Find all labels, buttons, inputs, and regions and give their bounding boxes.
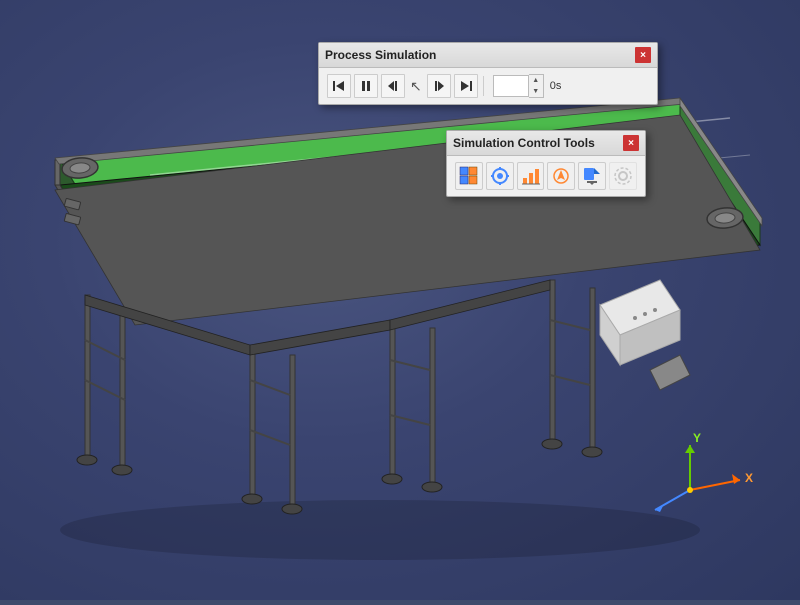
- time-spinner: ▲ ▼: [529, 74, 544, 98]
- motion-study-tool-button[interactable]: [486, 162, 514, 190]
- cursor-mode-button[interactable]: ↖: [408, 78, 424, 95]
- process-sim-title: Process Simulation: [325, 48, 436, 62]
- export-tool-button[interactable]: [578, 162, 606, 190]
- sim-tools-titlebar[interactable]: Simulation Control Tools ×: [447, 131, 645, 156]
- svg-text:X: X: [745, 471, 753, 485]
- separator: [483, 76, 484, 96]
- sim-tools-content: [447, 156, 645, 196]
- analysis-tool-button[interactable]: [547, 162, 575, 190]
- time-decrement-button[interactable]: ▼: [529, 86, 543, 97]
- settings-tool-button[interactable]: [609, 162, 637, 190]
- process-simulation-dialog: Process Simulation × ↖ 0.1 ▲: [318, 42, 658, 105]
- svg-text:Y: Y: [693, 431, 701, 445]
- results-tool-button[interactable]: [517, 162, 545, 190]
- simulation-setup-tool-button[interactable]: [455, 162, 483, 190]
- fast-forward-button[interactable]: [454, 74, 478, 98]
- process-sim-content: ↖ 0.1 ▲ ▼ 0s: [319, 68, 657, 104]
- time-input-group: 0.1 ▲ ▼: [493, 74, 544, 98]
- pause-button[interactable]: [354, 74, 378, 98]
- step-forward-button[interactable]: [427, 74, 451, 98]
- rewind-start-button[interactable]: [327, 74, 351, 98]
- simulation-control-tools-dialog: Simulation Control Tools ×: [446, 130, 646, 197]
- process-sim-titlebar[interactable]: Process Simulation ×: [319, 43, 657, 68]
- time-increment-button[interactable]: ▲: [529, 75, 543, 86]
- time-value-input[interactable]: 0.1: [493, 75, 529, 97]
- time-unit-label: 0s: [550, 80, 562, 92]
- process-sim-close-button[interactable]: ×: [635, 47, 651, 63]
- sim-tools-title: Simulation Control Tools: [453, 136, 595, 150]
- step-back-button[interactable]: [381, 74, 405, 98]
- sim-tools-close-button[interactable]: ×: [623, 135, 639, 151]
